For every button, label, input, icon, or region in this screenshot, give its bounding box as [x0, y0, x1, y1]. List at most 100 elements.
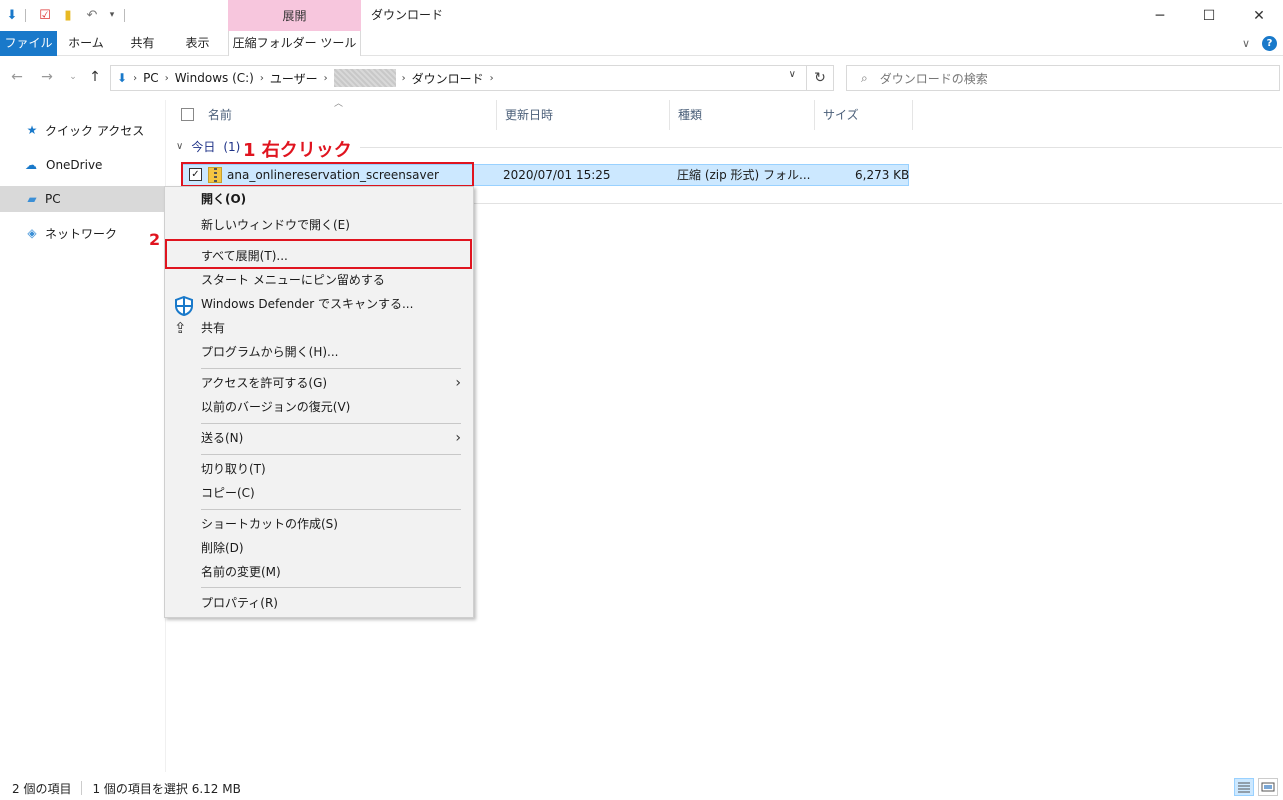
menu-item-open-with[interactable]: プログラムから開く(H)... — [165, 340, 473, 364]
menu-item-label: アクセスを許可する(G) — [201, 376, 328, 390]
cloud-icon: ☁ — [25, 158, 37, 172]
tab-home[interactable]: ホーム — [57, 31, 115, 56]
downloads-icon: ⬇ — [117, 71, 128, 85]
tab-compressed-folder-tools[interactable]: 圧縮フォルダー ツール — [228, 31, 361, 56]
breadcrumb-pc[interactable]: PC — [143, 71, 159, 85]
share-icon: ⇪ — [174, 319, 187, 337]
customize-dropdown-icon[interactable]: ▾ — [104, 7, 120, 23]
refresh-button[interactable]: ↻ — [807, 65, 834, 91]
menu-item-properties[interactable]: プロパティ(R) — [165, 591, 473, 615]
sidebar-item-label: ネットワーク — [45, 226, 118, 241]
undo-icon[interactable]: ↶ — [84, 7, 100, 23]
navigation-pane: ★ クイック アクセス ☁ OneDrive ▰ PC ◈ ネットワーク — [0, 100, 166, 772]
tab-share[interactable]: 共有 — [115, 31, 170, 56]
menu-item-label: Windows Defender でスキャンする... — [201, 297, 414, 311]
menu-item-create-shortcut[interactable]: ショートカットの作成(S) — [165, 512, 473, 536]
chevron-right-icon: › — [455, 430, 461, 446]
sidebar-item-onedrive[interactable]: ☁ OneDrive — [0, 152, 166, 178]
sidebar-item-quick-access[interactable]: ★ クイック アクセス — [0, 117, 166, 143]
folder-icon[interactable]: ▮ — [60, 7, 76, 23]
breadcrumb-users[interactable]: ユーザー — [270, 70, 318, 87]
menu-separator — [201, 368, 461, 369]
search-input[interactable]: ⌕ ダウンロードの検索 — [846, 65, 1280, 91]
menu-item-send-to[interactable]: 送る(N) › — [165, 426, 473, 450]
chevron-right-icon: › — [133, 72, 138, 84]
up-icon[interactable]: ↑ — [86, 68, 104, 86]
group-divider — [470, 203, 1282, 204]
column-headers: 名前 更新日時 種類 サイズ — [167, 100, 917, 130]
breadcrumb-downloads[interactable]: ダウンロード — [412, 70, 484, 87]
menu-item-label: 送る(N) — [201, 431, 244, 445]
address-bar[interactable]: ⬇ › PC › Windows (C:) › ユーザー › › ダウンロード … — [110, 65, 807, 91]
menu-item-pin-to-start[interactable]: スタート メニューにピン留めする — [165, 268, 473, 292]
sidebar-item-network[interactable]: ◈ ネットワーク — [0, 220, 166, 246]
annotation-highlight-file — [181, 162, 474, 187]
menu-item-copy[interactable]: コピー(C) — [165, 481, 473, 505]
menu-item-open[interactable]: 開く(O) — [165, 187, 473, 211]
ribbon-right-controls: ∨ ? — [1242, 36, 1277, 51]
column-header-type[interactable]: 種類 — [670, 100, 815, 130]
chevron-right-icon: › — [164, 72, 169, 84]
menu-item-defender-scan[interactable]: Windows Defender でスキャンする... — [165, 292, 473, 317]
close-button[interactable]: ✕ — [1235, 0, 1283, 31]
column-header-modified[interactable]: 更新日時 — [497, 100, 670, 130]
maximize-button[interactable]: ☐ — [1185, 0, 1233, 31]
search-icon: ⌕ — [861, 70, 868, 85]
menu-item-restore-versions[interactable]: 以前のバージョンの復元(V) — [165, 395, 473, 419]
menu-item-open-new-window[interactable]: 新しいウィンドウで開く(E) — [165, 213, 473, 237]
computer-icon: ▰ — [27, 192, 37, 206]
menu-separator — [201, 454, 461, 455]
status-bar: 2 個の項目 1 個の項目を選択 6.12 MB — [0, 776, 1283, 800]
status-separator — [81, 781, 83, 795]
chevron-down-icon: ∨ — [176, 141, 184, 152]
status-selection: 1 個の項目を選択 6.12 MB — [92, 781, 241, 796]
group-count: (1) — [223, 140, 241, 154]
details-view-icon[interactable] — [1234, 778, 1254, 796]
menu-item-rename[interactable]: 名前の変更(M) — [165, 560, 473, 584]
chevron-right-icon: › — [455, 375, 461, 391]
breadcrumb-user-redacted[interactable] — [333, 69, 396, 87]
column-header-name[interactable]: 名前 — [167, 100, 497, 130]
breadcrumb-drive[interactable]: Windows (C:) — [175, 71, 254, 85]
chevron-down-icon[interactable]: ∨ — [789, 69, 796, 80]
checklist-icon[interactable]: ☑ — [37, 7, 53, 23]
select-all-checkbox[interactable] — [181, 108, 194, 121]
recent-locations-icon[interactable]: ⌄ — [64, 68, 82, 86]
menu-item-delete[interactable]: 削除(D) — [165, 536, 473, 560]
menu-item-label: 共有 — [201, 321, 226, 335]
context-tab-header: 展開 — [228, 0, 361, 31]
window-title: ダウンロード — [371, 8, 444, 22]
properties-icon[interactable]: ⬇ — [4, 7, 20, 23]
file-type: 圧縮 (zip 形式) フォル... — [677, 168, 811, 182]
minimize-button[interactable]: ─ — [1136, 0, 1184, 31]
column-name-label: 名前 — [207, 108, 232, 122]
expand-ribbon-icon[interactable]: ∨ — [1242, 37, 1250, 50]
group-header[interactable]: ∨ 今日 (1) — [176, 138, 240, 156]
chevron-right-icon: › — [401, 72, 406, 84]
menu-separator — [201, 423, 461, 424]
annotation-highlight-extract-all — [165, 239, 472, 269]
tab-view[interactable]: 表示 — [170, 31, 225, 56]
menu-item-give-access[interactable]: アクセスを許可する(G) › — [165, 371, 473, 395]
chevron-right-icon: › — [323, 72, 328, 84]
menu-item-cut[interactable]: 切り取り(T) — [165, 457, 473, 481]
windows-defender-icon — [174, 295, 193, 317]
sidebar-item-pc[interactable]: ▰ PC — [0, 186, 166, 212]
chevron-right-icon: › — [259, 72, 264, 84]
title-bar: ⬇ ☑ ▮ ↶ ▾ 展開 ダウンロード ─ ☐ ✕ — [0, 0, 1283, 31]
large-icons-view-icon[interactable] — [1258, 778, 1278, 796]
ribbon-tabs: ファイル ホーム 共有 表示 圧縮フォルダー ツール ∨ ? — [0, 31, 1283, 56]
annotation-step1: 1 右クリック — [243, 140, 352, 161]
forward-icon[interactable]: → — [38, 68, 56, 86]
tab-file[interactable]: ファイル — [0, 31, 57, 56]
back-icon[interactable]: ← — [8, 68, 26, 86]
toolbar-separator — [124, 9, 125, 22]
file-modified: 2020/07/01 15:25 — [503, 168, 611, 182]
file-size: 6,273 KB — [855, 168, 910, 182]
menu-item-share[interactable]: ⇪ 共有 — [165, 316, 473, 340]
column-header-size[interactable]: サイズ — [815, 100, 913, 130]
menu-separator — [201, 587, 461, 588]
annotation-step2: 2 — [149, 230, 161, 249]
help-icon[interactable]: ? — [1262, 36, 1277, 51]
group-label: 今日 — [191, 140, 216, 154]
